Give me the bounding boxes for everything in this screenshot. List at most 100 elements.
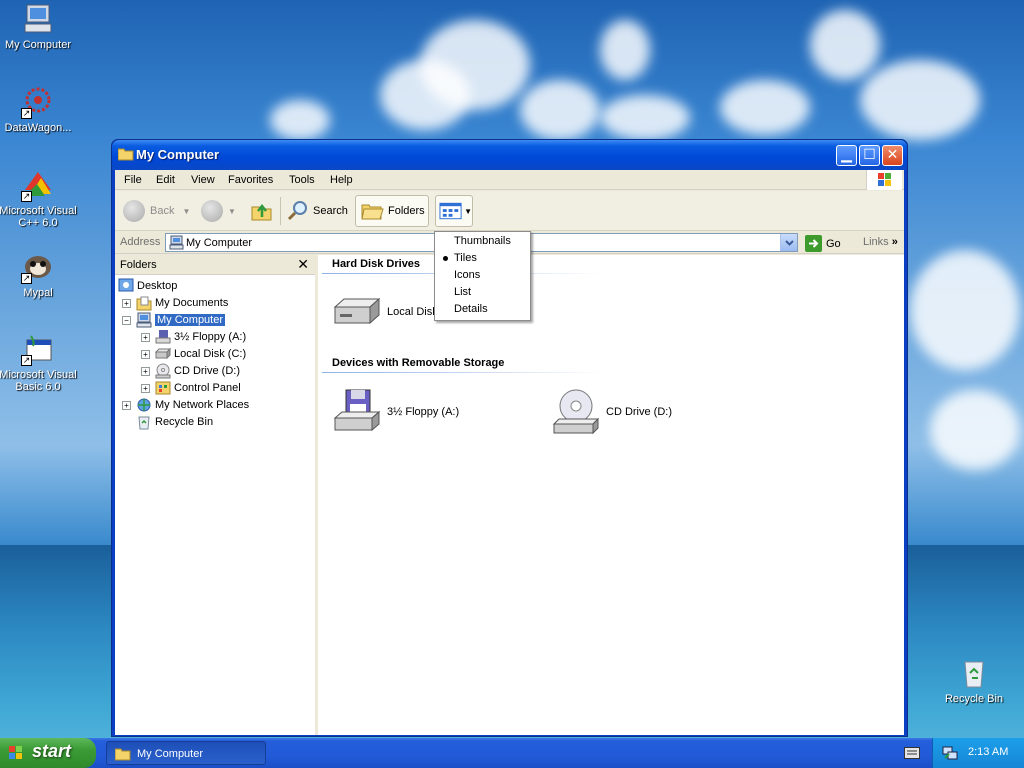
system-tray: 2:13 AM: [932, 738, 1024, 768]
expand-plus-icon[interactable]: +: [141, 349, 150, 359]
menu-help[interactable]: Help: [330, 174, 353, 186]
shortcut-arrow-icon: ↗: [21, 191, 32, 202]
explorer-window: My Computer ▁ ☐ ✕ File Edit View Favorit…: [111, 139, 908, 737]
go-arrow-icon: [805, 235, 822, 252]
desktop-icon-mypal[interactable]: ↗ Mypal: [0, 250, 78, 299]
folder-computer-icon: [114, 747, 131, 761]
go-button[interactable]: Go: [805, 235, 841, 252]
menu-view[interactable]: View: [191, 174, 215, 186]
windows-flag-icon: [8, 745, 24, 761]
folders-pane-title: Folders: [120, 259, 157, 271]
clock[interactable]: 2:13 AM: [968, 746, 1008, 758]
menu-tools[interactable]: Tools: [289, 174, 315, 186]
address-dropdown-button[interactable]: [780, 234, 797, 251]
computer-icon: [21, 2, 55, 36]
forward-arrow-icon: [201, 200, 223, 222]
desktop-icon-visual-cpp[interactable]: ↗ Microsoft Visual C++ 6.0: [0, 168, 78, 229]
chevron-down-icon: [785, 240, 794, 246]
back-label: Back: [150, 205, 175, 217]
menu-favorites[interactable]: Favorites: [228, 174, 273, 186]
view-option-tiles[interactable]: Tiles: [454, 252, 477, 268]
network-tray-icon[interactable]: [942, 745, 958, 761]
views-button[interactable]: ▼: [435, 195, 473, 227]
back-arrow-icon: [123, 200, 145, 222]
computer-icon: [136, 312, 152, 328]
network-places-icon: [136, 397, 152, 413]
tree-item-my-computer[interactable]: − My Computer: [122, 312, 226, 328]
view-option-details[interactable]: Details: [454, 303, 488, 319]
up-folder-button[interactable]: [250, 195, 274, 227]
address-value: My Computer: [186, 237, 253, 249]
folders-button[interactable]: Folders: [355, 195, 429, 227]
expand-plus-icon[interactable]: +: [122, 298, 131, 308]
menu-edit[interactable]: Edit: [156, 174, 175, 186]
hard-disk-icon: [333, 297, 381, 325]
menu-file[interactable]: File: [124, 174, 142, 186]
computer-icon: [169, 235, 184, 250]
desktop-icon-label: Microsoft Visual C++ 6.0: [0, 205, 77, 229]
tree-item-label: My Network Places: [155, 399, 250, 411]
view-option-thumbnails[interactable]: Thumbnails: [454, 235, 511, 251]
tile-cd-drive[interactable]: CD Drive (D:): [551, 388, 672, 436]
desktop-icon-recycle-bin[interactable]: Recycle Bin: [934, 656, 1014, 705]
maximize-button[interactable]: ☐: [859, 145, 880, 166]
tile-floppy[interactable]: 3½ Floppy (A:): [332, 388, 459, 436]
views-dropdown-menu: Thumbnails Tiles Icons List Details: [434, 231, 531, 321]
back-button[interactable]: Back ▼: [123, 195, 190, 227]
desktop-icon-datawagon[interactable]: ↗ DataWagon...: [0, 85, 78, 134]
expand-plus-icon[interactable]: +: [141, 332, 150, 342]
view-option-icons[interactable]: Icons: [454, 269, 480, 285]
toolbar-separator: [280, 197, 281, 225]
forward-button[interactable]: ▼: [201, 195, 236, 227]
control-panel-icon: [155, 380, 171, 396]
tree-item-my-documents[interactable]: + My Documents: [122, 295, 228, 311]
start-label: start: [32, 741, 72, 761]
tile-local-disk[interactable]: Local Disk: [332, 295, 438, 329]
expand-plus-icon[interactable]: +: [122, 400, 131, 410]
tile-label: CD Drive (D:): [606, 406, 672, 418]
tree-item-local-disk[interactable]: + Local Disk (C:): [141, 346, 246, 362]
tile-label: 3½ Floppy (A:): [387, 406, 460, 418]
recycle-bin-icon: [957, 656, 991, 690]
group-divider: [322, 372, 602, 373]
visual-basic-icon: ↗: [21, 332, 55, 366]
taskbar-button-my-computer[interactable]: My Computer: [106, 741, 266, 765]
selected-bullet-icon: [443, 256, 448, 261]
minimize-button[interactable]: ▁: [836, 145, 857, 166]
tree-item-floppy[interactable]: + 3½ Floppy (A:): [141, 329, 246, 345]
expand-plus-icon[interactable]: +: [141, 383, 150, 393]
tree-item-network-places[interactable]: + My Network Places: [122, 397, 249, 413]
search-button[interactable]: Search: [286, 195, 348, 227]
expand-plus-icon[interactable]: +: [141, 366, 150, 376]
tree-item-recycle-bin[interactable]: Recycle Bin: [136, 414, 213, 430]
windows-logo-icon: [866, 170, 902, 190]
standard-toolbar: Back ▼ ▼ Search Folders ▼: [115, 191, 904, 231]
cloud: [810, 10, 880, 80]
folder-computer-icon: [117, 147, 134, 161]
collapse-minus-icon[interactable]: −: [122, 315, 131, 325]
desktop-icon-label: Recycle Bin: [944, 693, 1004, 705]
search-icon: [287, 201, 307, 221]
close-button[interactable]: ✕: [882, 145, 903, 166]
tree-item-cd-drive[interactable]: + CD Drive (D:): [141, 363, 240, 379]
cloud: [520, 80, 600, 140]
tree-item-label: My Computer: [155, 314, 226, 326]
start-button[interactable]: start: [0, 738, 96, 768]
close-icon[interactable]: ✕: [297, 256, 309, 273]
go-label: Go: [826, 237, 841, 250]
chevron-right-icon: »: [891, 236, 898, 248]
forward-dropdown-icon[interactable]: ▼: [228, 207, 236, 216]
datawagon-icon: ↗: [21, 85, 55, 119]
keyboard-icon[interactable]: [904, 747, 920, 759]
cloud: [910, 250, 1020, 370]
window-titlebar[interactable]: My Computer ▁ ☐ ✕: [112, 140, 907, 170]
links-toolbar[interactable]: Links »: [863, 236, 898, 248]
desktop-icon-visual-basic[interactable]: ↗ Microsoft Visual Basic 6.0: [0, 332, 78, 393]
view-option-list[interactable]: List: [454, 286, 471, 302]
back-dropdown-icon[interactable]: ▼: [182, 207, 190, 216]
tree-item-desktop[interactable]: Desktop: [118, 278, 177, 294]
desktop-icon-my-computer[interactable]: My Computer: [0, 2, 78, 51]
shortcut-arrow-icon: ↗: [21, 108, 32, 119]
visual-cpp-icon: ↗: [21, 168, 55, 202]
tree-item-control-panel[interactable]: + Control Panel: [141, 380, 241, 396]
